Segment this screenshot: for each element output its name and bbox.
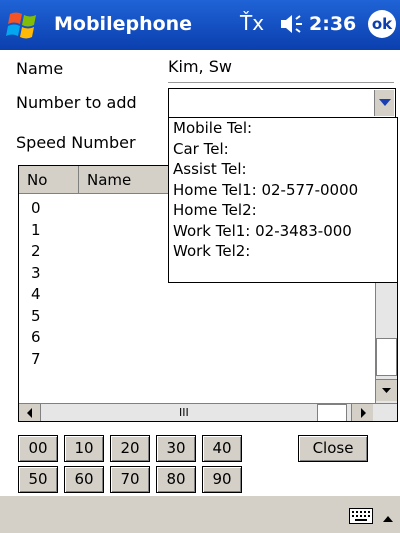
list-row[interactable]: 3	[19, 263, 41, 285]
menu-bar	[0, 495, 400, 533]
close-button[interactable]: Close	[298, 435, 368, 462]
jump-button-70[interactable]: 70	[110, 466, 150, 493]
signal-status-icon[interactable]: Ťx	[240, 11, 264, 35]
jump-button-80[interactable]: 80	[156, 466, 196, 493]
app-title: Mobilephone	[54, 13, 193, 35]
scroll-left-button[interactable]	[19, 404, 41, 421]
horizontal-scroll-thumb[interactable]	[317, 404, 347, 421]
list-row[interactable]: 4	[19, 284, 41, 306]
jump-button-20[interactable]: 20	[110, 435, 150, 462]
column-header-name[interactable]: Name	[79, 166, 175, 194]
title-bar: Mobilephone Ťx 2:36 ok	[0, 0, 400, 50]
list-row[interactable]: 2	[19, 241, 41, 263]
jump-button-50[interactable]: 50	[18, 466, 58, 493]
dropdown-option[interactable]: Car Tel:	[169, 139, 397, 160]
vertical-scroll-thumb[interactable]	[376, 338, 397, 376]
scroll-right-button[interactable]	[351, 404, 373, 421]
scroll-grip: III	[179, 406, 189, 419]
list-row[interactable]: 1	[19, 220, 41, 242]
number-dropdown-list[interactable]: Mobile Tel: Car Tel: Assist Tel: Home Te…	[168, 117, 398, 283]
dropdown-option[interactable]: Mobile Tel:	[169, 118, 397, 139]
name-label: Name	[16, 59, 64, 78]
dropdown-option[interactable]: Home Tel2:	[169, 200, 397, 221]
list-row[interactable]: 0	[19, 198, 41, 220]
jump-button-10[interactable]: 10	[64, 435, 104, 462]
list-row[interactable]: 7	[19, 349, 41, 371]
clock[interactable]: 2:36	[309, 13, 356, 35]
horizontal-scrollbar[interactable]: III	[19, 403, 397, 421]
dropdown-option[interactable]: Work Tel1: 02-3483-000	[169, 221, 397, 242]
jump-button-60[interactable]: 60	[64, 466, 104, 493]
jump-button-90[interactable]: 90	[202, 466, 242, 493]
list-rows: 0 1 2 3 4 5 6 7	[19, 198, 41, 370]
list-row[interactable]: 6	[19, 327, 41, 349]
jump-button-30[interactable]: 30	[156, 435, 196, 462]
jump-button-40[interactable]: 40	[202, 435, 242, 462]
jump-button-00[interactable]: 00	[18, 435, 58, 462]
speed-number-label: Speed Number	[16, 133, 136, 152]
windows-start-icon[interactable]	[6, 8, 42, 42]
dropdown-option[interactable]: Assist Tel:	[169, 159, 397, 180]
dropdown-option[interactable]: Work Tel2:	[169, 241, 397, 262]
ok-button[interactable]: ok	[368, 10, 396, 38]
list-row[interactable]: 5	[19, 306, 41, 328]
volume-icon[interactable]	[278, 11, 306, 37]
number-to-add-combobox[interactable]	[168, 88, 396, 118]
column-header-no[interactable]: No	[19, 166, 79, 194]
name-value: Kim, Sw	[168, 57, 394, 83]
dropdown-option[interactable]: Home Tel1: 02-577-0000	[169, 180, 397, 201]
chevron-down-icon[interactable]	[374, 90, 394, 116]
chevron-up-icon[interactable]	[382, 510, 394, 529]
number-to-add-label: Number to add	[16, 93, 137, 112]
scroll-down-button[interactable]	[376, 379, 397, 401]
keyboard-icon[interactable]	[349, 508, 373, 528]
